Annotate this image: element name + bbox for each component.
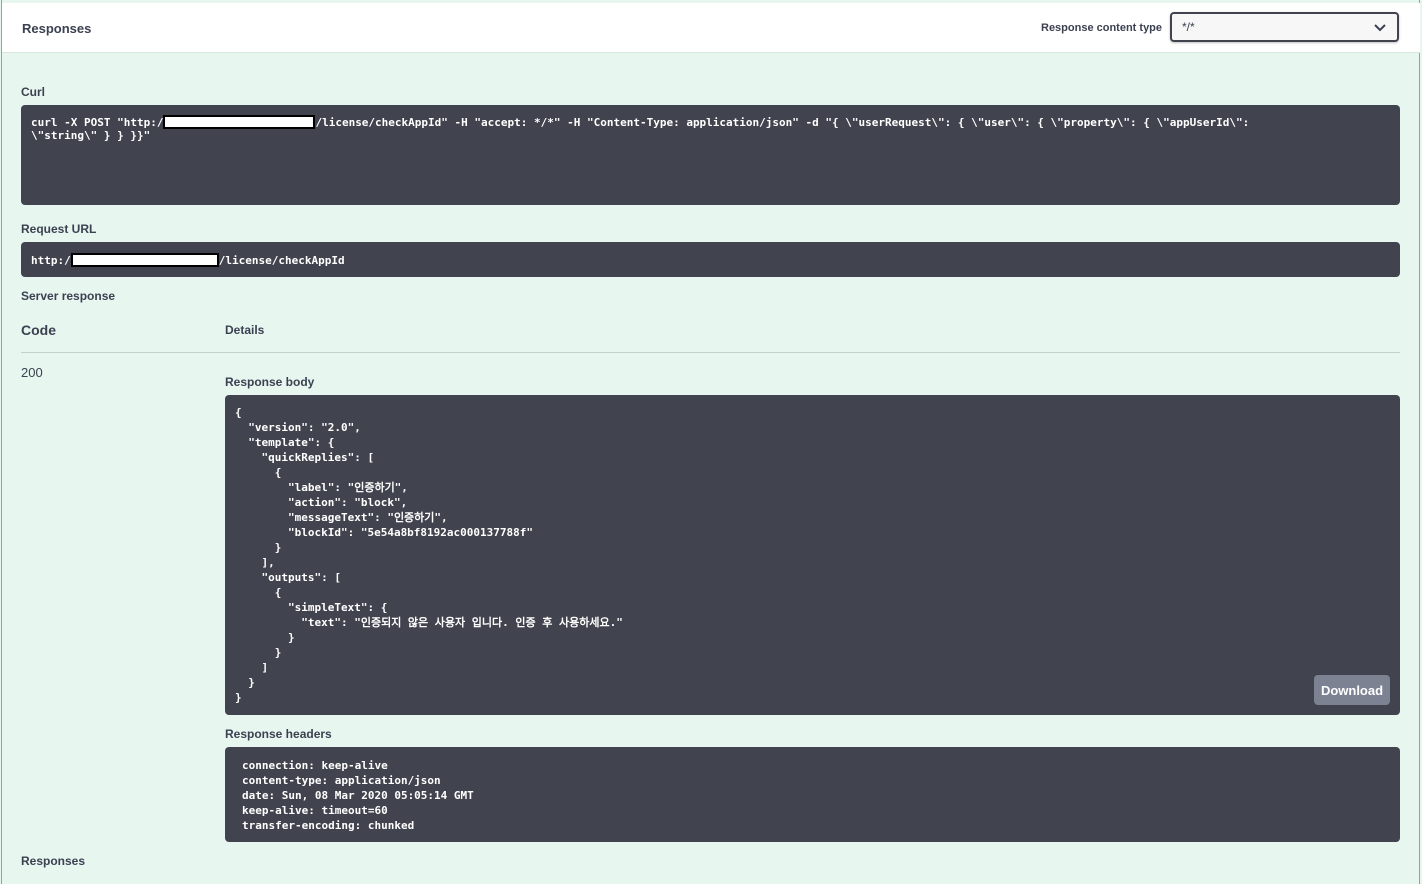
response-body[interactable]: { "version": "2.0", "template": { "quick… — [225, 395, 1400, 715]
responses-header: Responses Response content type */* — [2, 3, 1420, 53]
response-body-line: } — [235, 676, 255, 689]
responses-title: Responses — [22, 21, 92, 36]
response-body-line: { — [235, 466, 282, 479]
redacted-host — [163, 115, 316, 129]
request-url-box[interactable]: http:/ /license/checkAppId — [21, 242, 1400, 277]
response-body-line: } — [235, 541, 282, 554]
curl-label: Curl — [21, 85, 45, 99]
response-body-line: ], — [235, 556, 275, 569]
content-type-label: Response content type — [1041, 22, 1163, 34]
response-header-line: connection: keep-alive — [242, 759, 388, 772]
response-body-line: "text": "인증되지 않은 사용자 입니다. 인증 후 사용하세요." — [235, 616, 623, 629]
curl-command[interactable]: curl -X POST "http:/ /license/checkAppId"… — [21, 105, 1400, 205]
response-body-line: "version": "2.0", — [235, 421, 361, 434]
response-body-label: Response body — [225, 375, 315, 389]
request-url-label: Request URL — [21, 222, 97, 236]
curl-line2: \"string\" } } }}" — [31, 129, 151, 142]
curl-line1-suffix: /license/checkAppId" -H "accept: */*" -H… — [315, 116, 1250, 129]
response-body-line: { — [235, 406, 242, 419]
response-body-line: } — [235, 631, 295, 644]
response-body-line: "simpleText": { — [235, 601, 388, 614]
server-response-label: Server response — [21, 289, 116, 303]
download-button[interactable]: Download — [1314, 675, 1390, 705]
response-header-line: content-type: application/json — [242, 774, 441, 787]
request-url-suffix: /license/checkAppId — [218, 254, 345, 267]
response-header-line: transfer-encoding: chunked — [242, 819, 415, 832]
code-column-header: Code — [21, 322, 56, 338]
responses-footer-title: Responses — [21, 854, 86, 868]
curl-line1-prefix: curl -X POST "http:/ — [31, 116, 164, 129]
response-body-line: { — [235, 586, 282, 599]
response-body-line: "blockId": "5e54a8bf8192ac000137788f" — [235, 526, 534, 539]
divider — [21, 352, 1400, 353]
response-status-code: 200 — [21, 365, 43, 380]
response-body-line: "messageText": "인증하기", — [235, 511, 448, 524]
response-body-line: "quickReplies": [ — [235, 451, 375, 464]
content-type-select[interactable]: */* — [1170, 12, 1399, 42]
response-headers-label: Response headers — [225, 727, 332, 741]
response-body-line: "outputs": [ — [235, 571, 341, 584]
details-column-header: Details — [225, 323, 265, 337]
response-body-line: "template": { — [235, 436, 335, 449]
response-body-line: } — [235, 646, 282, 659]
chevron-down-icon — [1374, 24, 1386, 32]
response-header-line: date: Sun, 08 Mar 2020 05:05:14 GMT — [242, 789, 474, 802]
response-header-line: keep-alive: timeout=60 — [242, 804, 388, 817]
response-headers-list: connection: keep-alive content-type: appl… — [242, 758, 1383, 833]
response-body-line: ] — [235, 661, 269, 674]
request-url-prefix: http:/ — [31, 254, 71, 267]
content-type-value: */* — [1182, 20, 1195, 34]
response-body-line: "label": "인증하기", — [235, 481, 408, 494]
response-body-line: "action": "block", — [235, 496, 408, 509]
redacted-host — [70, 253, 219, 267]
response-body-json: { "version": "2.0", "template": { "quick… — [235, 405, 1390, 705]
response-headers[interactable]: connection: keep-alive content-type: appl… — [225, 747, 1400, 842]
response-body-line: } — [235, 691, 242, 704]
